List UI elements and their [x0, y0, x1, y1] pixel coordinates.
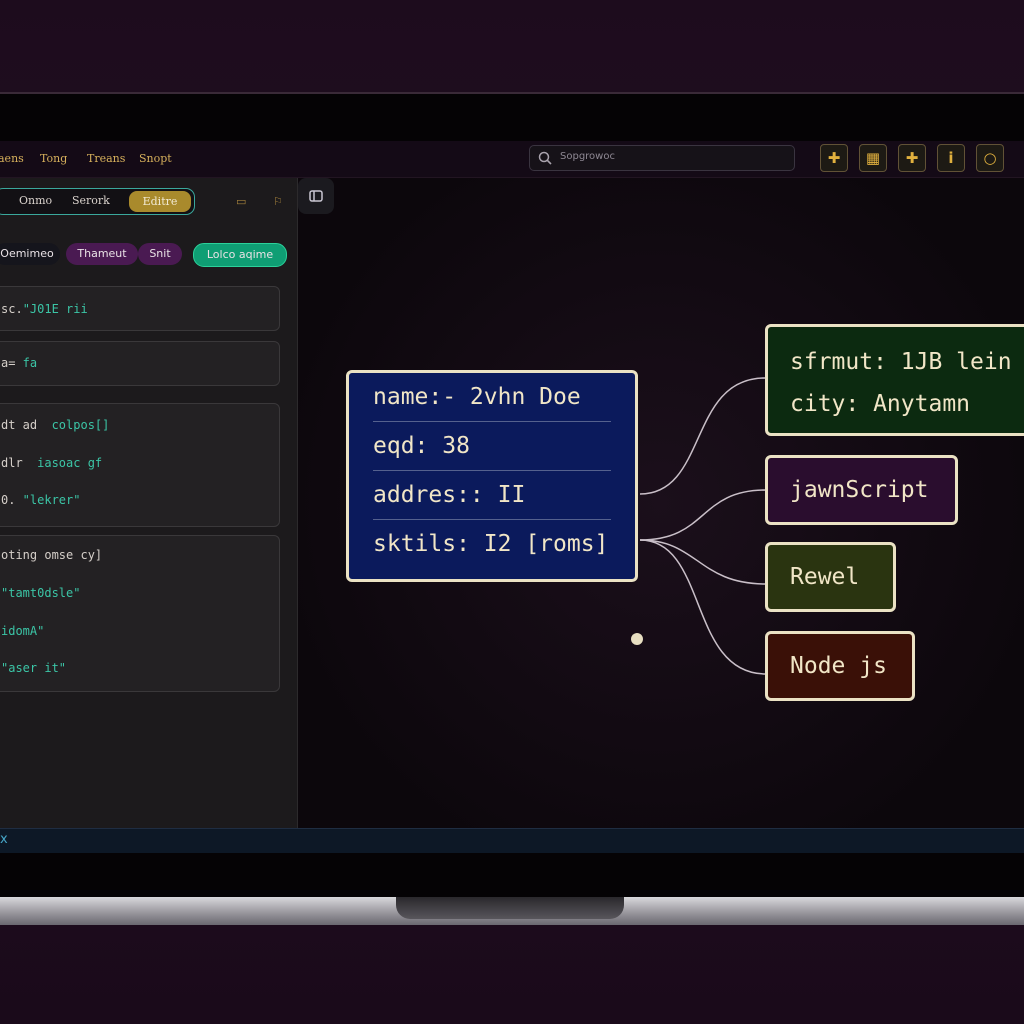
skill-node-javascript[interactable]: jawnScript — [765, 455, 958, 525]
segment-editre-active[interactable]: Editre — [129, 191, 191, 212]
code-value: colpos[] — [37, 418, 110, 432]
edge-skill-1 — [639, 489, 767, 541]
info-icon: i — [948, 149, 954, 167]
node-field-skills: sktils: I2 [roms] — [373, 531, 609, 557]
code-value: idomA" — [1, 624, 45, 638]
code-value: "lekrer" — [15, 493, 81, 507]
edge-address — [639, 377, 766, 495]
grid-icon: ▦ — [865, 149, 881, 167]
code-value: "aser it" — [1, 661, 67, 675]
node-field-name: name:- 2vhn Doe — [373, 373, 611, 422]
node-field-age: eqd: 38 — [373, 422, 611, 471]
code-key: oting omse cy] — [1, 548, 103, 562]
code-value: "J01E rii — [22, 302, 88, 316]
search-input[interactable]: Sopgrowoc — [560, 151, 615, 162]
search-icon — [538, 151, 552, 165]
address-city: city: Anytamn — [790, 391, 971, 417]
skill-node-nodejs[interactable]: Node js — [765, 631, 915, 701]
code-value: fa — [15, 356, 38, 370]
code-key: 0. — [1, 493, 16, 507]
laptop-notch — [396, 897, 624, 919]
tag-pill-snit[interactable]: Snit — [138, 243, 182, 265]
node-port[interactable] — [631, 633, 643, 645]
menu-item-2[interactable]: Tong — [40, 152, 67, 165]
app-screen: aens Tong Treans Snopt Sopgrowoc ✚ ▦ ✚ i… — [0, 141, 1024, 853]
node-field-address: addres:: II — [373, 471, 611, 520]
code-key: sc. — [1, 302, 23, 316]
menu-bar: aens Tong Treans Snopt Sopgrowoc ✚ ▦ ✚ i… — [0, 141, 1024, 178]
tag-pill-oemimeo[interactable]: Oemimeo — [0, 243, 60, 265]
status-bar: x — [0, 828, 1024, 853]
code-card[interactable]: dt ad colpos[] dlr iasoac gf 0. "lekrer" — [0, 403, 280, 527]
segment-serork[interactable]: Serork — [72, 194, 110, 207]
code-value: "tamt0dsle" — [1, 586, 81, 600]
code-value: iasoac gf — [22, 456, 103, 470]
skill-node-rewel[interactable]: Rewel — [765, 542, 896, 612]
toolbar-plus-button[interactable]: ✚ — [820, 144, 848, 172]
search-box[interactable]: Sopgrowoc — [529, 145, 795, 171]
code-key: dlr — [1, 456, 23, 470]
code-card[interactable]: a= fa — [0, 341, 280, 386]
plus-icon: ✚ — [905, 149, 919, 167]
code-card[interactable]: sc."J01E rii — [0, 286, 280, 331]
flag-icon[interactable]: ⚐ — [273, 195, 283, 208]
toolbar-info-button[interactable]: i — [937, 144, 965, 172]
plus-icon: ✚ — [827, 149, 841, 167]
segment-onmo[interactable]: Onmo — [19, 194, 52, 207]
code-key: a= — [1, 356, 16, 370]
menu-item-1[interactable]: aens — [0, 152, 24, 165]
toolbar-grid-button[interactable]: ▦ — [859, 144, 887, 172]
graph-canvas[interactable]: name:- 2vhn Doe eqd: 38 addres:: II skti… — [298, 178, 1024, 828]
code-key: dt ad — [1, 418, 38, 432]
view-segmented-control: Onmo Serork Editre — [0, 188, 195, 215]
address-street: sfrmut: 1JB lein M — [790, 349, 1024, 375]
edge-skill-3 — [639, 539, 767, 675]
edge-skill-2 — [639, 539, 767, 585]
layout-icon[interactable]: ▭ — [236, 195, 246, 208]
tag-pill-lolco[interactable]: Lolco aqime — [193, 243, 287, 267]
toolbar-add-button[interactable]: ✚ — [898, 144, 926, 172]
close-icon[interactable]: x — [0, 832, 8, 847]
person-node[interactable]: name:- 2vhn Doe eqd: 38 addres:: II skti… — [346, 370, 638, 582]
code-card[interactable]: oting omse cy] "tamt0dsle" idomA" "aser … — [0, 535, 280, 692]
menu-item-4[interactable]: Snopt — [139, 152, 172, 165]
tag-pill-thameut[interactable]: Thameut — [66, 243, 138, 265]
menu-item-3[interactable]: Treans — [87, 152, 125, 165]
sidebar: Onmo Serork Editre ▭ ⚐ Oemimeo Thameut S… — [0, 178, 298, 828]
address-node[interactable]: sfrmut: 1JB lein M city: Anytamn — [765, 324, 1024, 436]
toolbar-circle-button[interactable]: ○ — [976, 144, 1004, 172]
circle-icon: ○ — [983, 149, 997, 167]
